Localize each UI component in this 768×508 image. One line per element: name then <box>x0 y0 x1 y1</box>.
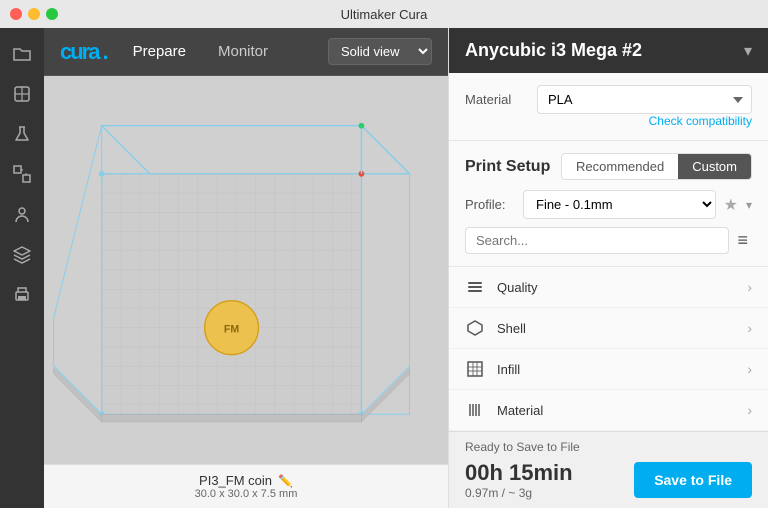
traffic-lights <box>10 8 58 20</box>
material-chevron: › <box>747 402 752 418</box>
quality-icon <box>465 277 485 297</box>
search-input[interactable] <box>465 227 729 254</box>
shell-chevron: › <box>747 320 752 336</box>
mode-toggle-group: Recommended Custom <box>561 153 752 180</box>
logo-text: cura <box>60 39 98 65</box>
settings-item-infill[interactable]: Infill › <box>449 349 768 390</box>
sidebar-icon-flask[interactable] <box>4 116 40 152</box>
sidebar-icon-person[interactable] <box>4 196 40 232</box>
print-time: 00h 15min <box>465 460 573 486</box>
settings-item-shell[interactable]: Shell › <box>449 308 768 349</box>
sidebar <box>0 28 44 508</box>
printer-header: Anycubic i3 Mega #2 ▾ <box>449 28 768 73</box>
edit-icon[interactable]: ✏️ <box>278 474 293 488</box>
settings-list: Quality › Shell › <box>449 267 768 431</box>
infill-chevron: › <box>747 361 752 377</box>
material-settings-label: Material <box>497 403 735 418</box>
action-row: 00h 15min 0.97m / ~ 3g Save to File <box>465 460 752 500</box>
svg-text:FM: FM <box>224 324 239 336</box>
material-row: Material PLA ABS PETG TPU <box>465 85 752 114</box>
titlebar: Ultimaker Cura <box>0 0 768 28</box>
status-bar: PI3_FM coin ✏️ 30.0 x 30.0 x 7.5 mm <box>44 464 448 508</box>
maximize-button[interactable] <box>46 8 58 20</box>
search-row: ≡ <box>465 227 752 254</box>
view-mode-select[interactable]: Solid view X-Ray view Layer view <box>328 38 432 65</box>
quality-label: Quality <box>497 280 735 295</box>
sidebar-icon-print[interactable] <box>4 276 40 312</box>
material-label: Material <box>465 92 525 107</box>
profile-dropdown-icon[interactable]: ▾ <box>746 198 752 212</box>
minimize-button[interactable] <box>28 8 40 20</box>
status-filename: PI3_FM coin ✏️ <box>199 473 293 488</box>
printer-name: Anycubic i3 Mega #2 <box>465 40 642 61</box>
logo-dot-text: . <box>102 39 108 65</box>
infill-label: Infill <box>497 362 735 377</box>
material-select[interactable]: PLA ABS PETG TPU <box>537 85 752 114</box>
material-usage: 0.97m / ~ 3g <box>465 486 573 500</box>
profile-select[interactable]: Fine - 0.1mm Normal - 0.2mm Draft - 0.3m… <box>523 190 716 219</box>
shell-icon <box>465 318 485 338</box>
profile-row: Profile: Fine - 0.1mm Normal - 0.2mm Dra… <box>465 190 752 219</box>
toolbar: cura . Prepare Monitor Solid view X-Ray … <box>44 28 448 76</box>
print-setup-header: Print Setup Recommended Custom <box>465 153 752 180</box>
ready-text: Ready to Save to File <box>465 440 752 454</box>
print-setup-section: Print Setup Recommended Custom Profile: … <box>449 141 768 267</box>
infill-icon <box>465 359 485 379</box>
close-button[interactable] <box>10 8 22 20</box>
sidebar-icon-shapes[interactable] <box>4 76 40 112</box>
tab-monitor[interactable]: Monitor <box>210 39 276 64</box>
material-section: Material PLA ABS PETG TPU Check compatib… <box>449 73 768 141</box>
check-compatibility-link[interactable]: Check compatibility <box>465 114 752 128</box>
right-panel: Anycubic i3 Mega #2 ▾ Material PLA ABS P… <box>448 28 768 508</box>
action-bar: Ready to Save to File 00h 15min 0.97m / … <box>449 431 768 508</box>
main-content: cura . Prepare Monitor Solid view X-Ray … <box>44 28 448 508</box>
time-info: 00h 15min 0.97m / ~ 3g <box>465 460 573 500</box>
printer-dropdown-icon[interactable]: ▾ <box>744 41 752 61</box>
print-setup-title: Print Setup <box>465 158 550 176</box>
profile-label: Profile: <box>465 197 515 212</box>
filter-icon[interactable]: ≡ <box>733 230 752 251</box>
status-dimensions: 30.0 x 30.0 x 7.5 mm <box>195 488 298 500</box>
quality-chevron: › <box>747 279 752 295</box>
logo: cura . <box>60 39 109 65</box>
tab-prepare[interactable]: Prepare <box>125 39 194 64</box>
shell-label: Shell <box>497 321 735 336</box>
sidebar-icon-folder[interactable] <box>4 36 40 72</box>
star-icon[interactable]: ★ <box>724 195 738 215</box>
sidebar-icon-layers[interactable] <box>4 236 40 272</box>
sidebar-icon-merge[interactable] <box>4 156 40 192</box>
filename-text: PI3_FM coin <box>199 473 272 488</box>
window-title: Ultimaker Cura <box>341 7 428 22</box>
material-icon <box>465 400 485 420</box>
settings-item-material[interactable]: Material › <box>449 390 768 431</box>
viewport[interactable]: FM <box>44 76 448 464</box>
save-to-file-button[interactable]: Save to File <box>634 462 752 498</box>
settings-item-quality[interactable]: Quality › <box>449 267 768 308</box>
mode-recommended-btn[interactable]: Recommended <box>562 154 678 179</box>
mode-custom-btn[interactable]: Custom <box>678 154 751 179</box>
